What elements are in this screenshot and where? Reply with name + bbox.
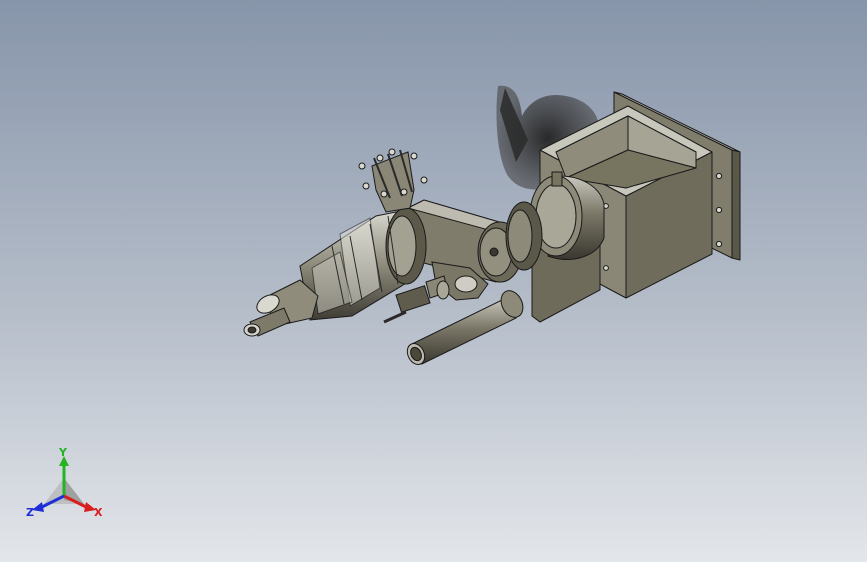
model-assembly[interactable] [0,0,867,562]
arm-link[interactable] [406,199,543,283]
y-axis-label: Y [58,448,68,459]
nozzle-tip[interactable] [243,279,319,337]
top-bracket[interactable] [358,148,428,213]
graphics-viewport[interactable]: Y X Z [0,0,867,562]
x-axis-label: X [94,506,103,519]
z-axis-label: Z [26,506,34,519]
reference-triad: Y X Z [26,448,103,519]
